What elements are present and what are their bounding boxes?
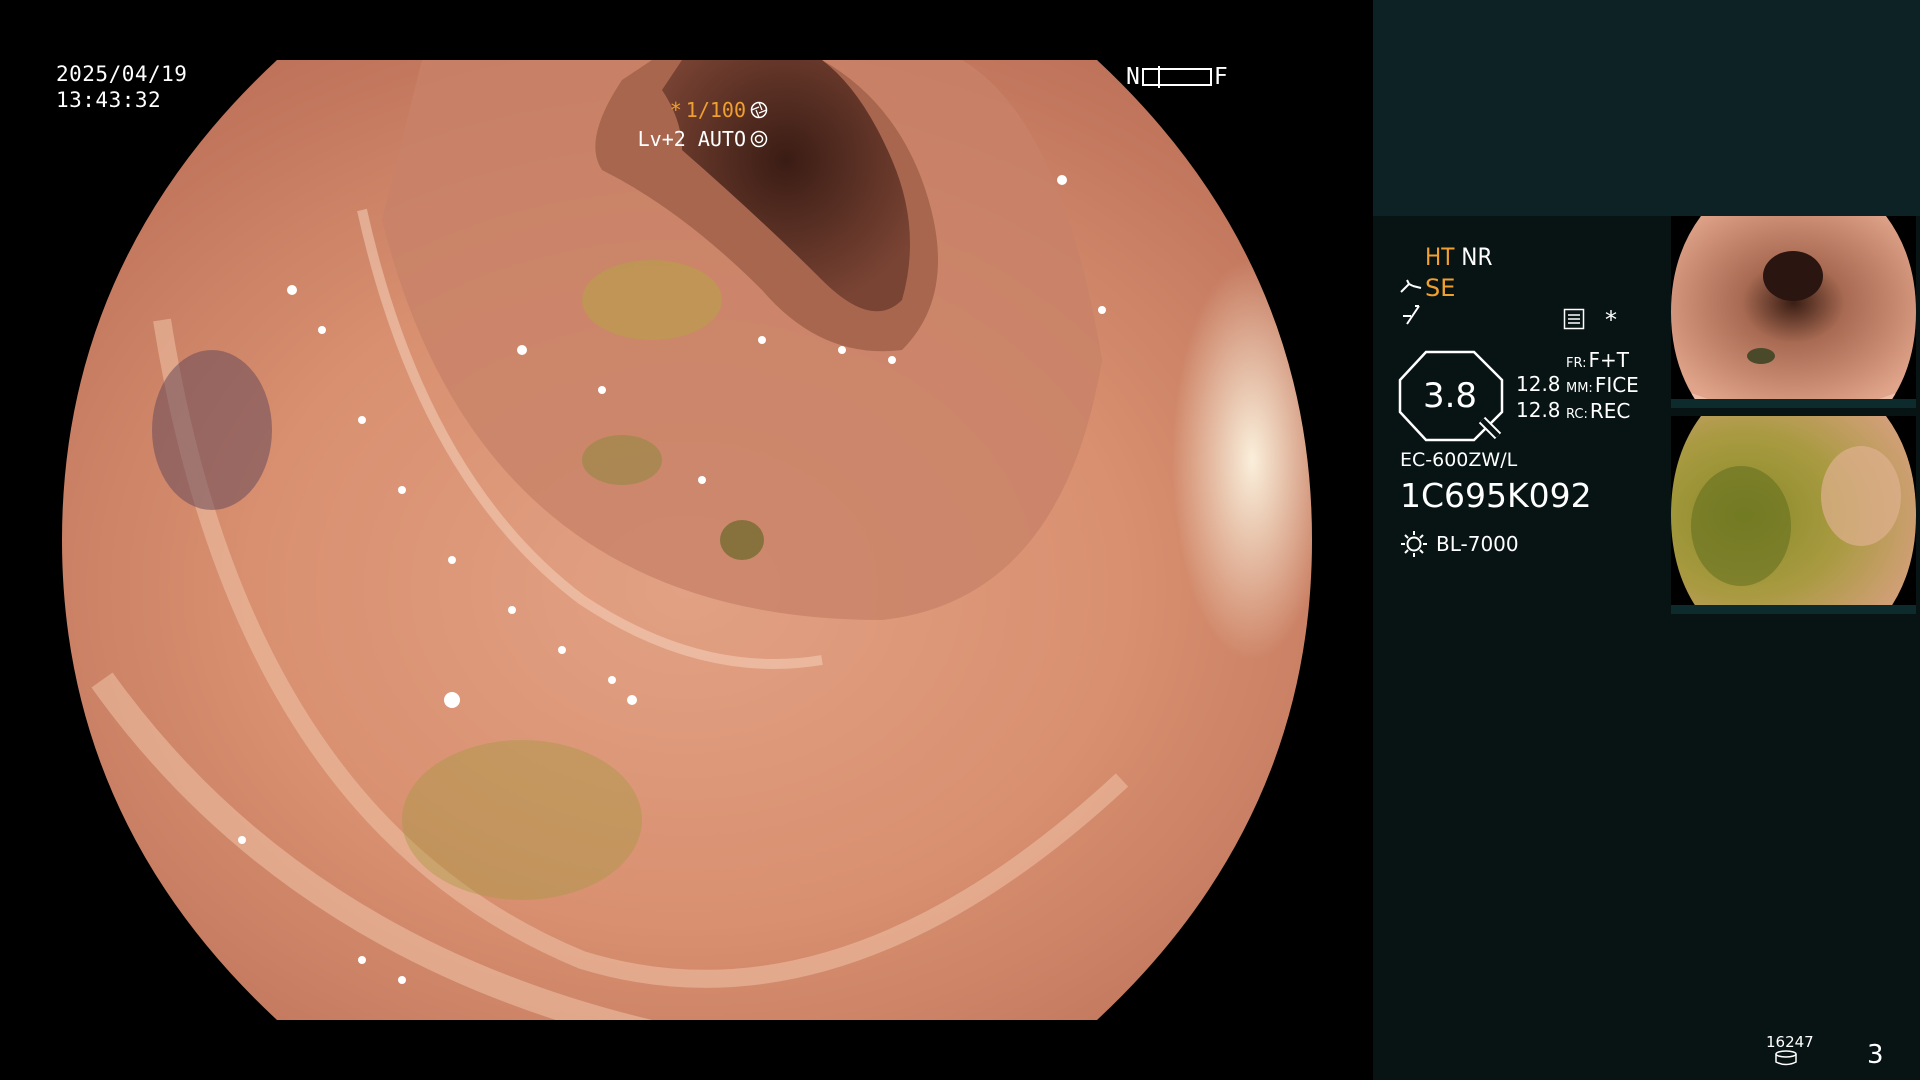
param-rc-key: RC: <box>1566 407 1588 422</box>
param-rc-value: REC <box>1589 399 1631 423</box>
settings-icon <box>1563 308 1585 330</box>
param-mm: MM: FICE <box>1566 373 1639 397</box>
near-far-indicator: N F <box>1126 64 1228 90</box>
param-fr: FR: F+T <box>1566 348 1629 372</box>
se-indicator: SE <box>1399 274 1455 302</box>
zoom-value: 3.8 <box>1422 376 1478 416</box>
gear-icon <box>750 130 768 148</box>
page-number: 3 <box>1867 1040 1884 1070</box>
thumbnail-strip-1 <box>1671 399 1916 408</box>
near-far-bar <box>1141 66 1212 88</box>
scope-serial: 1C695K092 <box>1400 476 1592 515</box>
iris-icon <box>750 101 768 119</box>
param-value-1: 12.8 <box>1516 372 1561 396</box>
param-mm-value: FICE <box>1594 373 1639 397</box>
near-far-marker <box>1157 66 1160 88</box>
shutter-value: 1/100 <box>685 98 746 122</box>
thumbnail-strip-2 <box>1671 605 1916 614</box>
capture-thumbnail-1[interactable] <box>1671 216 1916 408</box>
side-panel-header <box>1373 0 1920 216</box>
info-side-panel: HT NR SE * 3.8 12.8 12.8 FR: F+T MM: FIC… <box>1373 0 1920 1080</box>
shutter-asterisk: * <box>669 98 682 122</box>
param-fr-key: FR: <box>1566 356 1587 371</box>
far-label: F <box>1213 64 1228 90</box>
light-source-label: BL-7000 <box>1436 532 1519 556</box>
ht-label: HT <box>1425 243 1455 271</box>
thumbnail-image-1 <box>1671 216 1916 408</box>
storage-icon <box>1775 1050 1797 1066</box>
param-rc: RC: REC <box>1566 399 1630 423</box>
light-source: BL-7000 <box>1400 530 1519 558</box>
param-mm-key: MM: <box>1566 381 1593 396</box>
param-fr-value: F+T <box>1588 348 1629 372</box>
date-display: 2025/04/19 <box>56 62 188 86</box>
endoscope-viewport: 2025/04/19 13:43:32 N F * 1/100 Lv+2 AUTO <box>0 0 1373 1080</box>
image-count: 16247 <box>1766 1033 1814 1051</box>
capture-thumbnail-2[interactable] <box>1671 416 1916 614</box>
light-level: Lv+2 AUTO <box>638 127 768 151</box>
time-display: 13:43:32 <box>56 88 162 112</box>
param-value-2: 12.8 <box>1516 398 1561 422</box>
flash-icon <box>1401 304 1421 332</box>
settings-asterisk: * <box>1605 306 1617 334</box>
shutter-speed: * 1/100 <box>670 98 768 122</box>
nr-label: NR <box>1461 243 1493 271</box>
tool-icon <box>1400 279 1422 293</box>
ht-nr-indicator: HT NR <box>1425 243 1492 271</box>
scope-model: EC-600ZW/L <box>1400 449 1518 471</box>
endoscopy-image <box>62 60 1312 1020</box>
near-label: N <box>1126 64 1140 90</box>
se-label: SE <box>1425 274 1456 302</box>
level-value: Lv+2 AUTO <box>637 127 746 151</box>
sun-icon <box>1401 531 1427 557</box>
thumbnail-image-2 <box>1671 416 1916 614</box>
